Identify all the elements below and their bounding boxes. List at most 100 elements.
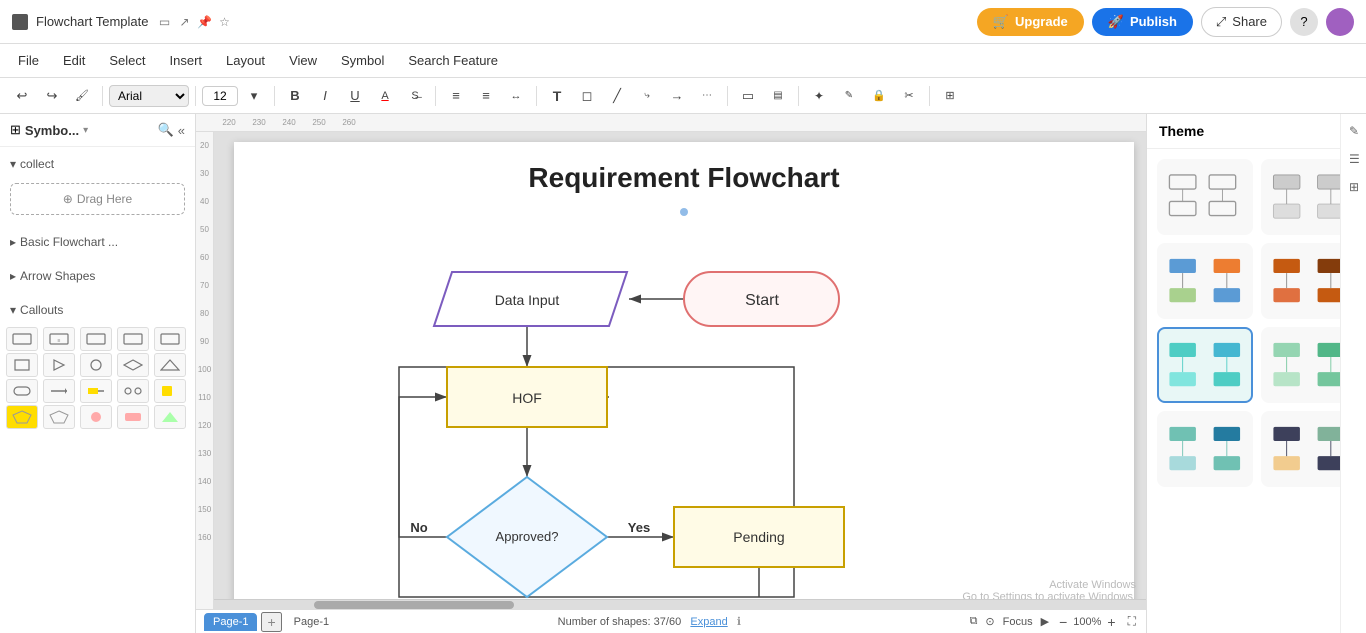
- shape-thumb-6[interactable]: [6, 353, 38, 377]
- strikethrough-button[interactable]: S̶: [401, 82, 429, 110]
- delete-button[interactable]: ✂: [895, 82, 923, 110]
- page-tab-1[interactable]: Page-1: [204, 613, 257, 631]
- shape-thumb-3[interactable]: [80, 327, 112, 351]
- text-button[interactable]: T: [543, 82, 571, 110]
- shape-thumb-9[interactable]: [117, 353, 149, 377]
- canvas-content[interactable]: Requirement Flowchart: [214, 132, 1146, 633]
- flowchart-label: Basic Flowchart ...: [20, 235, 118, 249]
- tab-popup-btn[interactable]: ↗: [176, 14, 192, 30]
- theme-card-7[interactable]: [1157, 411, 1253, 487]
- tab-pin-btn[interactable]: 📌: [196, 14, 212, 30]
- connector-button[interactable]: ⤷: [633, 82, 661, 110]
- arrow-arrow-icon: ▸: [10, 269, 16, 283]
- shape-thumb-1[interactable]: [6, 327, 38, 351]
- menu-select[interactable]: Select: [99, 49, 155, 72]
- canvas-paper: Requirement Flowchart: [234, 142, 1134, 633]
- arrow-header[interactable]: ▸ Arrow Shapes: [0, 263, 195, 289]
- theme-card-5[interactable]: [1157, 327, 1253, 403]
- format-paint-button[interactable]: 🖌: [68, 82, 96, 110]
- flowchart-header[interactable]: ▸ Basic Flowchart ...: [0, 229, 195, 255]
- sidebar-search-btn[interactable]: 🔍: [158, 122, 174, 138]
- menu-edit[interactable]: Edit: [53, 49, 95, 72]
- add-page-button[interactable]: +: [261, 612, 281, 632]
- zoom-level: 100%: [1073, 616, 1101, 628]
- menu-bar: File Edit Select Insert Layout View Symb…: [0, 44, 1366, 78]
- line-button[interactable]: ╱: [603, 82, 631, 110]
- shape-thumb-20[interactable]: [154, 405, 186, 429]
- focus-icon[interactable]: ⊙: [985, 615, 994, 628]
- waypoint-button[interactable]: ⋯: [693, 82, 721, 110]
- lock-button[interactable]: 🔒: [865, 82, 893, 110]
- shape-thumb-14[interactable]: [117, 379, 149, 403]
- italic-button[interactable]: I: [311, 82, 339, 110]
- font-color-button[interactable]: A: [371, 82, 399, 110]
- shape-thumb-11[interactable]: [6, 379, 38, 403]
- menu-view[interactable]: View: [279, 49, 327, 72]
- shape-thumb-16[interactable]: [6, 405, 38, 429]
- menu-file[interactable]: File: [8, 49, 49, 72]
- shape-thumb-10[interactable]: [154, 353, 186, 377]
- menu-symbol[interactable]: Symbol: [331, 49, 394, 72]
- shape-thumb-8[interactable]: [80, 353, 112, 377]
- align-left-button[interactable]: ≡: [442, 82, 470, 110]
- shape-thumb-19[interactable]: [117, 405, 149, 429]
- play-btn[interactable]: ▶: [1041, 615, 1049, 628]
- upgrade-button[interactable]: 🛒 Upgrade: [977, 8, 1084, 36]
- swimlane-button[interactable]: ▤: [764, 82, 792, 110]
- grid-view-icon[interactable]: ⊞: [1345, 176, 1362, 198]
- bold-button[interactable]: B: [281, 82, 309, 110]
- menu-search-feature[interactable]: Search Feature: [398, 49, 508, 72]
- theme-card-3[interactable]: [1157, 243, 1253, 319]
- font-size-input[interactable]: [202, 86, 238, 106]
- collect-header[interactable]: ▾ collect: [0, 151, 195, 177]
- shape-thumb-5[interactable]: [154, 327, 186, 351]
- font-family-select[interactable]: Arial: [109, 85, 189, 107]
- shape-thumb-2[interactable]: ≡: [43, 327, 75, 351]
- shapes-info-icon: ℹ: [737, 616, 741, 628]
- collect-label: collect: [20, 157, 54, 171]
- scrollbar-horizontal[interactable]: [214, 599, 1146, 609]
- avatar[interactable]: [1326, 8, 1354, 36]
- align-center-button[interactable]: ≡: [472, 82, 500, 110]
- callouts-header[interactable]: ▾ Callouts: [0, 297, 195, 323]
- share-button[interactable]: ⤢ Share: [1201, 7, 1282, 37]
- shape-thumb-12[interactable]: [43, 379, 75, 403]
- arrow-button[interactable]: →: [663, 82, 691, 110]
- layers-icon[interactable]: ⧉: [970, 615, 978, 628]
- zoom-out-button[interactable]: −: [1057, 614, 1069, 630]
- svg-text:Yes: Yes: [628, 520, 650, 535]
- properties-icon[interactable]: ☰: [1345, 148, 1362, 170]
- tab-minimize-btn[interactable]: ▭: [156, 14, 172, 30]
- underline-button[interactable]: U: [341, 82, 369, 110]
- shape-thumb-7[interactable]: [43, 353, 75, 377]
- container-button[interactable]: ▭: [734, 82, 762, 110]
- sidebar-expand-icon: ▾: [83, 125, 88, 136]
- right-panel: Theme ×: [1146, 114, 1366, 633]
- svg-text:HOF: HOF: [512, 390, 542, 406]
- menu-layout[interactable]: Layout: [216, 49, 275, 72]
- undo-button[interactable]: ↩: [8, 82, 36, 110]
- publish-button[interactable]: 🚀 Publish: [1092, 8, 1193, 36]
- shape-thumb-18[interactable]: [80, 405, 112, 429]
- pointer-button[interactable]: ✦: [805, 82, 833, 110]
- font-size-down-btn[interactable]: ▾: [240, 82, 268, 110]
- help-button[interactable]: ?: [1290, 8, 1318, 36]
- sidebar-collapse-btn[interactable]: «: [178, 122, 185, 138]
- theme-card-1[interactable]: [1157, 159, 1253, 235]
- drag-here-button[interactable]: ⊕ Drag Here: [10, 183, 185, 215]
- shape-thumb-4[interactable]: [117, 327, 149, 351]
- edit-button[interactable]: ✎: [835, 82, 863, 110]
- tab-star-btn[interactable]: ☆: [216, 14, 232, 30]
- zoom-in-button[interactable]: +: [1105, 614, 1117, 630]
- shape-button[interactable]: ◻: [573, 82, 601, 110]
- expand-link[interactable]: Expand: [690, 616, 727, 628]
- align-right-button[interactable]: ↔: [502, 82, 530, 110]
- redo-button[interactable]: ↪: [38, 82, 66, 110]
- grid-button[interactable]: ⊞: [936, 82, 964, 110]
- fit-screen-button[interactable]: ⛶: [1126, 614, 1138, 629]
- shape-thumb-13[interactable]: [80, 379, 112, 403]
- shape-thumb-17[interactable]: [43, 405, 75, 429]
- shape-thumb-15[interactable]: [154, 379, 186, 403]
- menu-insert[interactable]: Insert: [160, 49, 213, 72]
- edit-style-icon[interactable]: ✎: [1345, 120, 1362, 142]
